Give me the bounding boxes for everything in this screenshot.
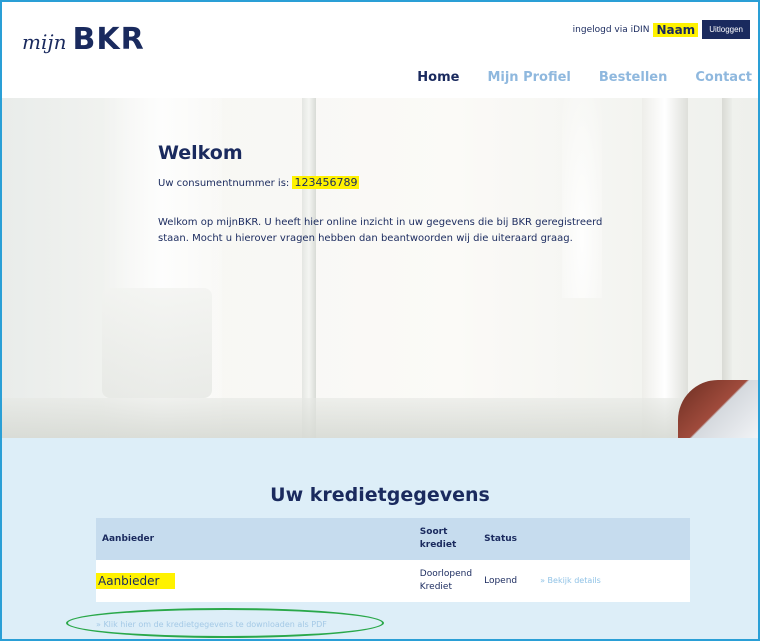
welcome-intro-line-2: staan. Mocht u hierover vragen hebben da… [158, 233, 573, 244]
welcome-intro: Welkom op mijnBKR. U heeft hier online i… [158, 215, 628, 247]
login-status-text: ingelogd via iDIN [572, 24, 650, 35]
view-details-link[interactable]: » Bekijk details [540, 576, 601, 585]
column-status: Status [478, 518, 535, 560]
welcome-intro-line-1: Welkom op mijnBKR. U heeft hier online i… [158, 217, 603, 228]
credit-section: Uw kredietgegevens Aanbieder Soort kredi… [2, 438, 758, 639]
consumer-number-line: Uw consumentnummer is: 123456789 [158, 176, 628, 189]
credit-table-header: Aanbieder Soort krediet Status [96, 518, 690, 560]
credit-type-line-2: Krediet [419, 582, 453, 592]
logo-brand-text: BKR [72, 22, 145, 57]
credit-type-line-1: Doorlopend [419, 569, 473, 579]
provider-cell: Aanbieder [96, 560, 414, 602]
hero-floor [2, 398, 758, 438]
column-provider: Aanbieder [96, 518, 414, 560]
logout-button[interactable]: Uitloggen [702, 20, 750, 39]
page-frame: mijn BKR ingelogd via iDIN Naam Uitlogge… [0, 0, 760, 641]
details-cell: » Bekijk details [534, 560, 690, 602]
hero-window-frame-right [642, 98, 688, 438]
welcome-block: Welkom Uw consumentnummer is: 123456789 … [158, 142, 628, 247]
column-credit-type: Soort krediet [413, 518, 479, 560]
mijnbkr-logo[interactable]: mijn BKR [22, 22, 145, 57]
nav-home[interactable]: Home [417, 70, 459, 85]
column-credit-type-line-1: Soort [419, 527, 448, 537]
user-name: Naam [653, 22, 699, 37]
welcome-title: Welkom [158, 142, 243, 164]
nav-mijn-profiel[interactable]: Mijn Profiel [487, 70, 570, 85]
site-header: mijn BKR ingelogd via iDIN Naam Uitlogge… [2, 2, 758, 98]
column-actions [534, 518, 690, 560]
column-credit-type-line-2: krediet [419, 540, 457, 550]
consumer-number: 123456789 [292, 176, 360, 189]
login-status-bar: ingelogd via iDIN Naam Uitloggen [573, 20, 750, 39]
consumer-number-label: Uw consumentnummer is: [158, 178, 290, 189]
status-cell: Lopend [478, 560, 535, 602]
provider-name: Aanbieder [96, 573, 176, 589]
table-row: Aanbieder Doorlopend Krediet Lopend » Be… [96, 560, 690, 602]
credit-type-cell: Doorlopend Krediet [413, 560, 479, 602]
hero-chair [102, 288, 212, 398]
annotation-oval [66, 608, 384, 638]
credit-section-title: Uw kredietgegevens [270, 484, 490, 506]
hero-person-feet [678, 380, 758, 438]
nav-contact[interactable]: Contact [695, 70, 752, 85]
nav-bestellen[interactable]: Bestellen [599, 70, 667, 85]
main-nav: Home Mijn Profiel Bestellen Contact [389, 70, 752, 85]
logo-script-text: mijn [22, 30, 67, 54]
credit-table: Aanbieder Soort krediet Status Aanbieder… [96, 518, 690, 602]
